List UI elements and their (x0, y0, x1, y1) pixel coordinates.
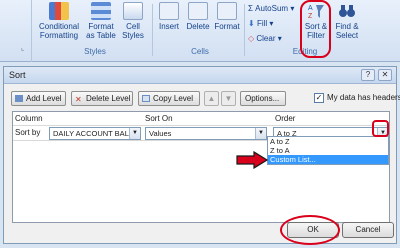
autosum-button[interactable]: Σ AutoSum ▾ (248, 3, 294, 14)
binoculars-icon (338, 2, 356, 20)
close-icon[interactable]: ✕ (378, 69, 392, 81)
chevron-down-icon: ▾ (290, 4, 295, 13)
dialog-launcher-icon[interactable]: ⌞ (21, 44, 29, 52)
move-down-button[interactable]: ▼ (221, 91, 236, 106)
sort-on-select[interactable]: Values ▼ (145, 127, 267, 140)
add-level-button[interactable]: Add Level (11, 91, 66, 106)
cell-styles-button[interactable]: Cell Styles (118, 2, 148, 40)
order-header: Order (275, 114, 296, 123)
ribbon-left-edge: ⌞ (0, 0, 32, 62)
copy-level-label: Copy Level (153, 94, 194, 103)
chevron-down-icon[interactable]: ▼ (255, 128, 266, 139)
options-label: Options... (245, 94, 280, 103)
checkmark-icon: ✓ (315, 93, 323, 102)
add-level-icon (15, 95, 23, 102)
ribbon: ⌞ Conditional Formatting Format as Table… (0, 0, 400, 62)
conditional-formatting-label: Conditional Formatting (38, 22, 80, 40)
fill-icon: ⬇ (248, 19, 257, 28)
clear-label: Clear (256, 34, 276, 43)
cancel-button[interactable]: Cancel (342, 222, 394, 238)
format-label: Format (214, 22, 240, 31)
sort-on-select-value: Values (149, 129, 172, 138)
column-select[interactable]: DAILY ACCOUNT BALA ▼ (49, 127, 141, 140)
arrow-down-icon: ▼ (224, 94, 233, 103)
styles-group-label: Styles (84, 47, 106, 56)
insert-button[interactable]: Insert (156, 2, 182, 31)
options-button[interactable]: Options... (240, 91, 286, 106)
insert-icon (159, 2, 179, 20)
cell-styles-icon (123, 2, 143, 20)
conditional-formatting-icon (49, 2, 69, 20)
delete-button[interactable]: Delete (184, 2, 212, 31)
order-option-selected[interactable]: Custom List... (268, 155, 388, 164)
chevron-down-icon[interactable]: ▼ (129, 128, 140, 139)
arrow-up-icon: ▲ (207, 94, 216, 103)
sort-levels-grid: Column Sort On Order Sort by DAILY ACCOU… (12, 111, 390, 223)
column-header: Column (15, 114, 43, 123)
delete-icon (188, 2, 208, 20)
delete-level-label: Delete Level (86, 94, 131, 103)
delete-label: Delete (186, 22, 210, 31)
order-option[interactable]: Z to A (268, 146, 388, 155)
column-select-value: DAILY ACCOUNT BALA (53, 129, 134, 138)
fill-button[interactable]: ⬇ Fill ▾ (248, 18, 273, 29)
order-dropdown-list: A to Z Z to A Custom List... (267, 136, 389, 165)
sort-by-label: Sort by (15, 128, 41, 137)
copy-level-button[interactable]: Copy Level (138, 91, 200, 106)
format-as-table-button[interactable]: Format as Table (84, 2, 118, 40)
cell-styles-label: Cell Styles (122, 22, 144, 40)
autosum-label: AutoSum (255, 4, 289, 13)
headers-checkbox[interactable]: ✓ (314, 93, 324, 103)
headers-checkbox-label: My data has headers (327, 93, 400, 102)
sort-on-header: Sort On (145, 114, 173, 123)
chevron-down-icon: ▾ (269, 19, 274, 28)
help-icon[interactable]: ? (361, 69, 375, 81)
ribbon-separator (244, 4, 245, 56)
format-button[interactable]: Format (213, 2, 241, 31)
ribbon-separator (152, 4, 153, 56)
order-dropdown-highlight (372, 120, 389, 137)
ok-button-highlight (280, 215, 340, 245)
find-select-label: Find & Select (335, 22, 359, 40)
order-option[interactable]: A to Z (268, 137, 388, 146)
chevron-down-icon: ▾ (277, 34, 282, 43)
format-as-table-icon (91, 2, 111, 20)
conditional-formatting-button[interactable]: Conditional Formatting (37, 2, 81, 40)
find-select-button[interactable]: Find & Select (332, 2, 362, 40)
copy-level-icon (142, 95, 150, 102)
insert-label: Insert (158, 22, 179, 31)
format-as-table-label: Format as Table (86, 22, 116, 40)
dialog-title: Sort (9, 70, 26, 80)
cancel-label: Cancel (355, 225, 381, 234)
cells-group-label: Cells (191, 47, 209, 56)
sort-filter-highlight (300, 0, 331, 58)
fill-label: Fill (256, 19, 268, 28)
format-icon (217, 2, 237, 20)
clear-button[interactable]: ◇ Clear ▾ (248, 33, 282, 44)
arrow-right-icon (236, 151, 268, 169)
add-level-label: Add Level (26, 94, 62, 103)
dialog-titlebar: Sort ? ✕ (4, 67, 396, 84)
delete-level-icon: ✕ (75, 95, 82, 104)
delete-level-button[interactable]: ✕ Delete Level (71, 91, 133, 106)
move-up-button[interactable]: ▲ (204, 91, 219, 106)
